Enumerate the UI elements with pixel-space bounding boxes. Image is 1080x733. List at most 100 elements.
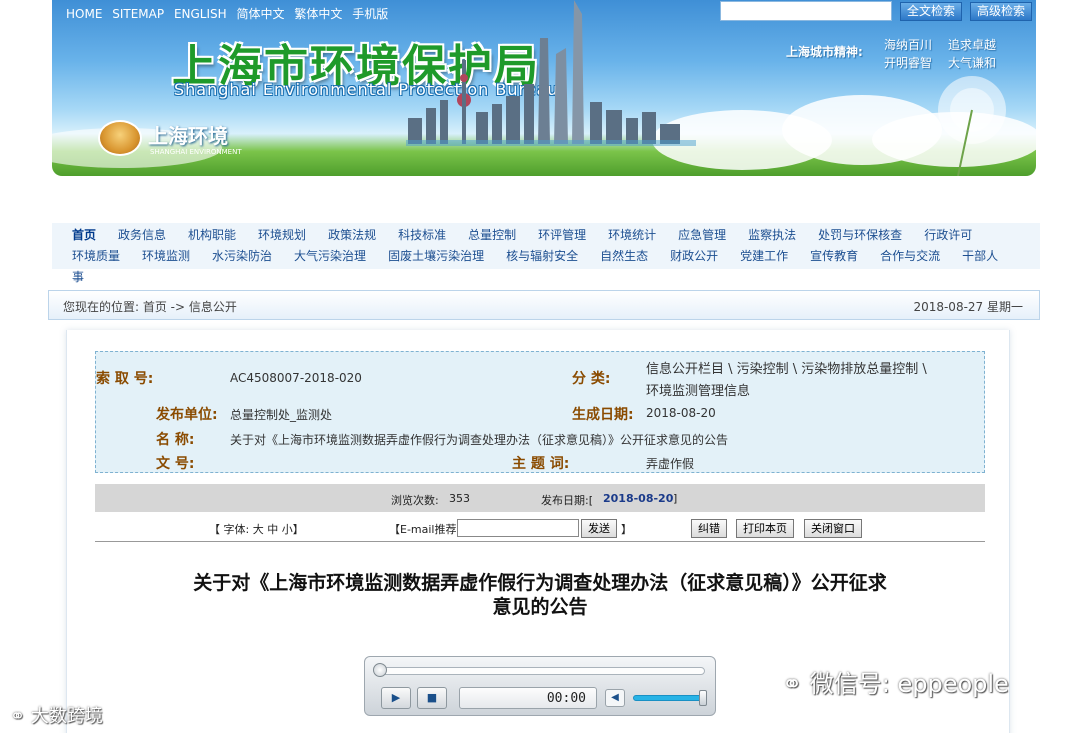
current-date: 2018-08-27 星期一 — [913, 300, 1023, 314]
logo-text-english: SHANGHAI ENVIRONMENT — [150, 148, 242, 156]
wechat-icon: ⚭ — [782, 670, 803, 698]
nav-party[interactable]: 党建工作 — [740, 249, 788, 263]
article-title: 关于对《上海市环境监测数据弄虚作假行为调查处理办法（征求意见稿）》公开征求意见的… — [193, 572, 887, 618]
nav-personnel[interactable]: 干部人 — [962, 249, 998, 263]
close-window-button[interactable]: 关闭窗口 — [804, 519, 862, 538]
stop-icon[interactable]: ■ — [417, 687, 447, 709]
city-spirit-2b: 大气谦和 — [948, 56, 997, 70]
nav-overflow-text: 事 — [72, 270, 85, 284]
name-value: 关于对《上海市环境监测数据弄虚作假行为调查处理办法（征求意见稿）》公开征求意见的… — [230, 433, 729, 447]
nav-solid-waste[interactable]: 固废土壤污染治理 — [388, 249, 484, 263]
nav-standards[interactable]: 科技标准 — [398, 228, 446, 242]
report-error-button[interactable]: 纠错 — [691, 519, 727, 538]
advanced-search-button[interactable]: 高级检索 — [970, 2, 1033, 21]
logo-text: 上海环境 — [148, 124, 228, 148]
volume-slider[interactable] — [633, 695, 705, 701]
search-input[interactable] — [720, 1, 892, 21]
category-value-line-1: 信息公开栏目 \ 污染控制 \ 污染物排放总量控制 \ — [646, 362, 927, 377]
traditional-chinese-link[interactable]: 繁体中文 — [294, 7, 342, 21]
nav-government-info[interactable]: 政务信息 — [118, 228, 166, 242]
article-toolbar: 【 字体: 大 中 小】 【E-mail推荐 发送 】 纠错 打印本页 关闭窗口 — [95, 516, 985, 542]
fulltext-search-button[interactable]: 全文检索 — [900, 2, 963, 21]
progress-knob[interactable] — [373, 663, 387, 677]
created-date-label: 生成日期: — [572, 407, 634, 423]
publisher-label: 发布单位: — [156, 407, 218, 423]
main-nav-row-1: 首页 政务信息 机构职能 环境规划 政策法规 科技标准 总量控制 环评管理 环境统计 应急管理 监察… — [72, 226, 972, 243]
name-label: 名 称: — [156, 432, 195, 448]
city-spirit-1b: 追求卓越 — [948, 38, 997, 52]
nav-penalties[interactable]: 处罚与环保核查 — [818, 228, 902, 242]
wechat-watermark-text: 微信号: eppeople — [809, 670, 1009, 698]
nav-air[interactable]: 大气污染治理 — [294, 249, 366, 263]
nav-nuclear[interactable]: 核与辐射安全 — [506, 249, 578, 263]
city-spirit-2a: 开明睿智 — [884, 56, 933, 70]
print-button[interactable]: 打印本页 — [736, 519, 794, 538]
top-links: HOME SITEMAP ENGLISH 简体中文 繁体中文 手机版 — [66, 5, 394, 22]
time-display: 00:00 — [459, 687, 597, 709]
nav-statistics[interactable]: 环境统计 — [608, 228, 656, 242]
brand-watermark-text: 大数跨境 — [30, 706, 103, 727]
wechat-watermark: ⚭ 微信号: eppeople — [782, 664, 1009, 699]
nav-emergency[interactable]: 应急管理 — [678, 228, 726, 242]
breadcrumb: 您现在的位置: 首页 -> 信息公开 — [63, 300, 237, 314]
nav-monitoring[interactable]: 环境监测 — [142, 249, 190, 263]
created-date-value: 2018-08-20 — [646, 406, 716, 420]
email-input[interactable] — [457, 519, 579, 537]
volume-icon[interactable]: ◀ — [605, 689, 625, 707]
views-label: 浏览次数: — [391, 494, 439, 507]
city-spirit-label: 上海城市精神: — [786, 45, 863, 59]
keyword-label: 主 题 词: — [512, 456, 570, 472]
send-button[interactable]: 发送 — [581, 519, 617, 538]
nav-publicity[interactable]: 宣传教育 — [810, 249, 858, 263]
breadcrumb-bar: 您现在的位置: 首页 -> 信息公开 2018-08-27 星期一 — [48, 290, 1040, 320]
nav-cooperation[interactable]: 合作与交流 — [880, 249, 940, 263]
nav-functions[interactable]: 机构职能 — [188, 228, 236, 242]
stats-bar: 浏览次数: 353 发布日期:[ 2018-08-20 ] — [95, 484, 985, 512]
publish-date-label: 发布日期:[ — [541, 494, 593, 507]
main-nav-row-2: 环境质量 环境监测 水污染防治 大气污染治理 固废土壤污染治理 核与辐射安全 自然生态 财政公… — [72, 247, 998, 264]
category-label: 分 类: — [572, 371, 611, 387]
keyword-value: 弄虚作假 — [646, 457, 695, 471]
publisher-value: 总量控制处_监测处 — [230, 408, 333, 422]
play-icon[interactable]: ▶ — [381, 687, 411, 709]
nav-enforcement[interactable]: 监察执法 — [748, 228, 796, 242]
dandelion-icon — [938, 76, 1006, 176]
index-label: 索 取 号: — [96, 371, 154, 387]
publish-date-value: 2018-08-20 — [603, 492, 674, 505]
document-meta-box: 索 取 号: AC4508007-2018-020 分 类: 信息公开栏目 \ … — [95, 351, 985, 473]
mobile-link[interactable]: 手机版 — [352, 7, 388, 21]
email-close: 】 — [621, 523, 632, 536]
nav-quality[interactable]: 环境质量 — [72, 249, 120, 263]
shanghai-skyline-icon — [406, 0, 696, 146]
font-size-switch[interactable]: 【 字体: 大 中 小】 — [209, 521, 304, 537]
progress-track[interactable] — [379, 667, 705, 675]
sitemap-link[interactable]: SITEMAP — [112, 7, 164, 21]
nav-licensing[interactable]: 行政许可 — [924, 228, 972, 242]
audio-player: ▶ ■ 00:00 ◀ — [364, 656, 716, 716]
bureau-logo-icon — [98, 120, 142, 156]
nav-home[interactable]: 首页 — [72, 228, 96, 242]
nav-water[interactable]: 水污染防治 — [212, 249, 272, 263]
nav-finance[interactable]: 财政公开 — [670, 249, 718, 263]
category-value-line-2: 环境监测管理信息 — [646, 384, 751, 399]
simplified-chinese-link[interactable]: 简体中文 — [237, 7, 285, 21]
brand-watermark: ⚭ 大数跨境 — [10, 702, 103, 728]
home-link[interactable]: HOME — [66, 7, 102, 21]
current-time: 00:00 — [546, 691, 586, 706]
nav-planning[interactable]: 环境规划 — [258, 228, 306, 242]
docno-label: 文 号: — [156, 456, 195, 472]
views-count: 353 — [449, 492, 470, 505]
nav-policies[interactable]: 政策法规 — [328, 228, 376, 242]
brand-icon: ⚭ — [10, 706, 26, 727]
nav-eia[interactable]: 环评管理 — [538, 228, 586, 242]
index-value: AC4508007-2018-020 — [230, 371, 362, 385]
nav-ecology[interactable]: 自然生态 — [600, 249, 648, 263]
publish-date-close: ] — [673, 492, 678, 505]
site-banner: HOME SITEMAP ENGLISH 简体中文 繁体中文 手机版 全文检索 … — [52, 0, 1036, 176]
english-link[interactable]: ENGLISH — [174, 7, 227, 21]
nav-total-control[interactable]: 总量控制 — [468, 228, 516, 242]
volume-knob[interactable] — [699, 690, 707, 706]
main-nav: 首页 政务信息 机构职能 环境规划 政策法规 科技标准 总量控制 环评管理 环境统计 应急管理 监察… — [52, 223, 1040, 269]
city-spirit-1a: 海纳百川 — [884, 38, 933, 52]
email-label: 【E-mail推荐 — [389, 523, 457, 536]
